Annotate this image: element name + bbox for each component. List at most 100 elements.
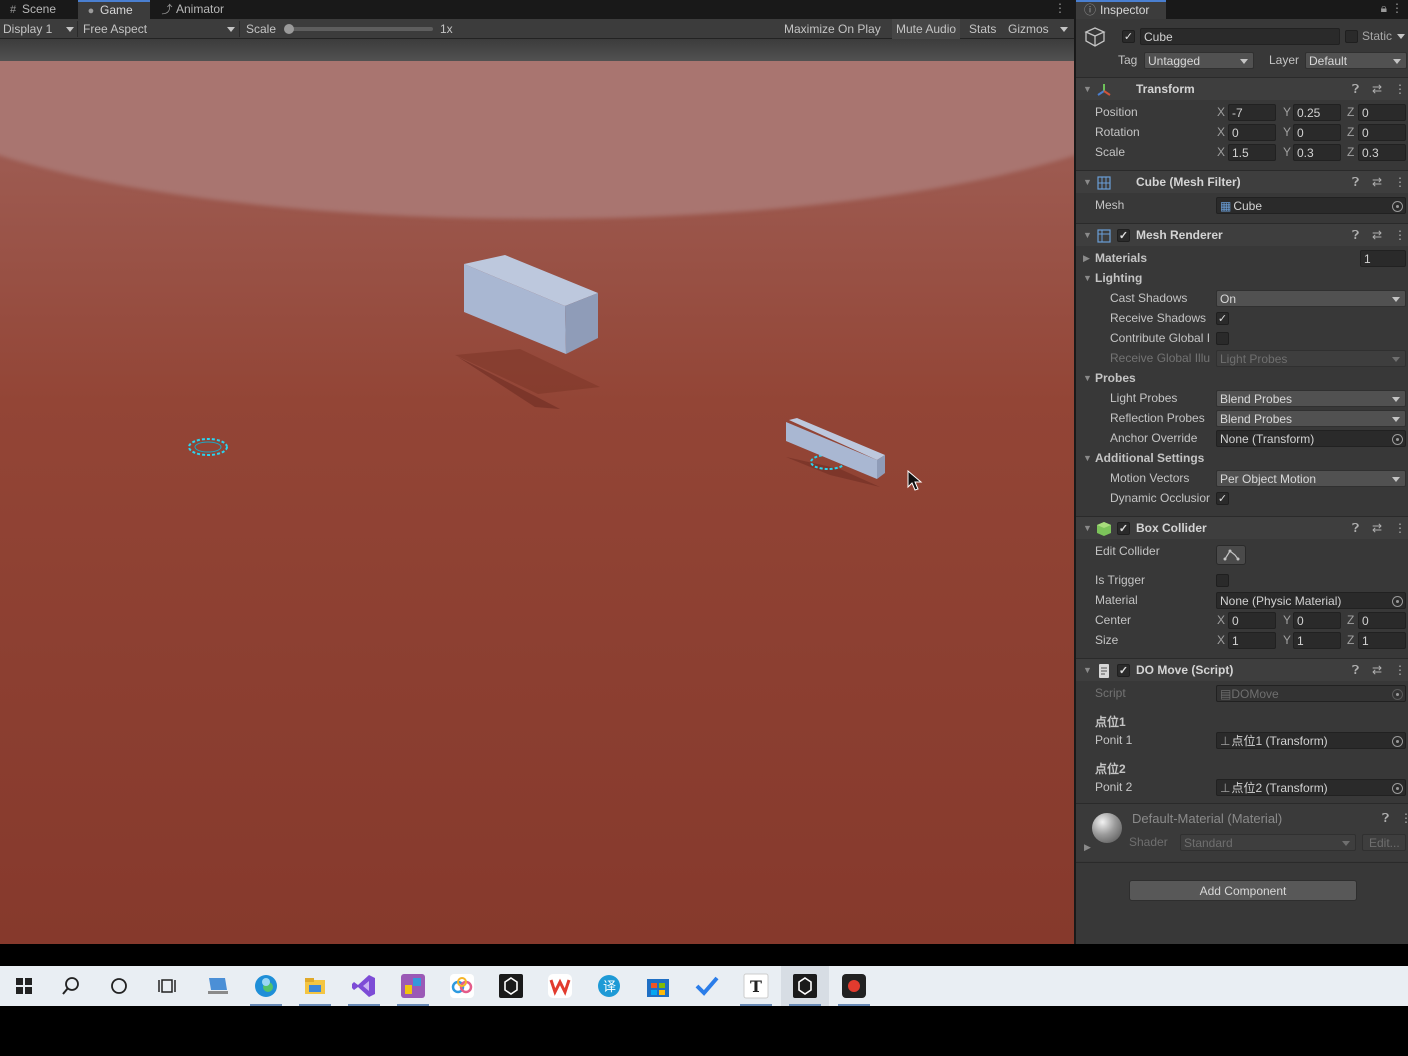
scale-x-field[interactable]: 1.5 [1228, 144, 1276, 161]
tab-inspector[interactable]: ⓘ Inspector [1076, 0, 1166, 19]
help-icon[interactable]: ❓︎ [1352, 659, 1359, 682]
center-z-field[interactable]: 0 [1358, 612, 1406, 629]
materials-count-field[interactable]: 1 [1360, 250, 1406, 267]
component-menu-icon[interactable]: ⋮ [1400, 811, 1408, 825]
rotation-x-field[interactable]: 0 [1228, 124, 1276, 141]
tab-scene[interactable]: # Scene [0, 0, 78, 19]
preset-icon[interactable]: ⇄ [1372, 224, 1382, 247]
mesh-renderer-header[interactable]: ▼ ✓ Mesh Renderer ❓︎ ⇄ ⋮ [1076, 223, 1408, 246]
mesh-field[interactable]: ▦ Cube [1216, 197, 1406, 214]
component-menu-icon[interactable]: ⋮ [1394, 224, 1406, 247]
ponit2-field[interactable]: ⊥点位2 (Transform) [1216, 779, 1406, 796]
object-picker-icon[interactable] [1392, 783, 1403, 794]
pc-icon[interactable] [193, 966, 241, 1006]
mesh-renderer-enabled-checkbox[interactable]: ✓ [1117, 229, 1130, 242]
help-icon[interactable]: ❓︎ [1352, 517, 1359, 540]
static-chevron-icon[interactable] [1397, 34, 1405, 39]
size-x-field[interactable]: 1 [1228, 632, 1276, 649]
todo-icon[interactable] [683, 966, 731, 1006]
translator-icon[interactable]: 译 [585, 966, 633, 1006]
stats-button[interactable]: Stats [965, 19, 1000, 39]
maximize-on-play-button[interactable]: Maximize On Play [780, 19, 885, 39]
lock-icon[interactable]: 🔒︎ [1381, 0, 1387, 17]
rotation-z-field[interactable]: 0 [1358, 124, 1406, 141]
typora-icon[interactable]: T [732, 966, 780, 1006]
material-title[interactable]: Default-Material (Material) [1132, 811, 1282, 826]
large-cube[interactable] [455, 255, 600, 409]
file-explorer-icon[interactable] [291, 966, 339, 1006]
gizmos-button[interactable]: Gizmos [1004, 19, 1053, 39]
position-y-field[interactable]: 0.25 [1293, 104, 1341, 121]
domove-enabled-checkbox[interactable]: ✓ [1117, 664, 1130, 677]
is-trigger-checkbox[interactable] [1216, 574, 1229, 587]
box-collider-header[interactable]: ▼ ✓ Box Collider ❓︎ ⇄ ⋮ [1076, 516, 1408, 539]
object-picker-icon[interactable] [1392, 736, 1403, 747]
tab-animator[interactable]: ⤴ Animator [154, 0, 242, 19]
size-z-field[interactable]: 1 [1358, 632, 1406, 649]
panel-menu-icon[interactable]: ⋮ [1054, 0, 1066, 17]
object-picker-icon[interactable] [1392, 434, 1403, 445]
help-icon[interactable]: ❓︎ [1352, 224, 1359, 247]
object-picker-icon[interactable] [1392, 596, 1403, 607]
task-view-icon[interactable] [143, 966, 191, 1006]
add-component-button[interactable]: Add Component [1129, 880, 1357, 901]
component-menu-icon[interactable]: ⋮ [1394, 78, 1406, 101]
display-dropdown[interactable]: Display 1 [3, 19, 75, 39]
recorder-icon[interactable] [830, 966, 878, 1006]
aspect-dropdown[interactable]: Free Aspect [83, 19, 237, 39]
reflection-probes-dropdown[interactable]: Blend Probes [1216, 410, 1406, 427]
mesh-filter-header[interactable]: ▼ Cube (Mesh Filter) ❓︎ ⇄ ⋮ [1076, 170, 1408, 193]
scale-slider[interactable] [285, 27, 433, 31]
help-icon[interactable]: ❓︎ [1352, 78, 1359, 101]
materials-row[interactable]: ▶ Materials 1 [1076, 248, 1408, 268]
motion-vectors-dropdown[interactable]: Per Object Motion [1216, 470, 1406, 487]
object-name-field[interactable]: Cube [1140, 28, 1340, 45]
tag-dropdown[interactable]: Untagged [1144, 52, 1254, 69]
unity-hub-icon[interactable] [487, 966, 535, 1006]
wps-icon[interactable] [536, 966, 584, 1006]
light-probes-dropdown[interactable]: Blend Probes [1216, 390, 1406, 407]
preset-icon[interactable]: ⇄ [1372, 659, 1382, 682]
additional-settings-foldout[interactable]: ▼ Additional Settings [1076, 448, 1408, 468]
scale-slider-handle[interactable] [284, 24, 294, 34]
box-collider-enabled-checkbox[interactable]: ✓ [1117, 522, 1130, 535]
component-menu-icon[interactable]: ⋮ [1394, 517, 1406, 540]
help-icon[interactable]: ❓︎ [1382, 811, 1389, 826]
moving-cube[interactable] [786, 418, 885, 487]
anchor-override-field[interactable]: None (Transform) [1216, 430, 1406, 447]
app-purple-icon[interactable] [389, 966, 437, 1006]
baidu-netdisk-icon[interactable] [438, 966, 486, 1006]
ponit1-field[interactable]: ⊥点位1 (Transform) [1216, 732, 1406, 749]
mute-audio-button[interactable]: Mute Audio [892, 19, 961, 39]
receive-shadows-checkbox[interactable]: ✓ [1216, 312, 1229, 325]
position-x-field[interactable]: -7 [1228, 104, 1276, 121]
tab-game[interactable]: ● Game [78, 0, 150, 19]
edge-icon[interactable] [242, 966, 290, 1006]
collider-material-field[interactable]: None (Physic Material) [1216, 592, 1406, 609]
visual-studio-icon[interactable] [340, 966, 388, 1006]
domove-script-header[interactable]: ▼ ✓ DO Move (Script) ❓︎ ⇄ ⋮ [1076, 658, 1408, 681]
cortana-icon[interactable] [95, 966, 143, 1006]
search-icon[interactable] [47, 966, 95, 1006]
preset-icon[interactable]: ⇄ [1372, 78, 1382, 101]
cast-shadows-dropdown[interactable]: On [1216, 290, 1406, 307]
panel-menu-icon[interactable]: ⋮ [1391, 0, 1403, 17]
probes-foldout[interactable]: ▼ Probes [1076, 368, 1408, 388]
active-checkbox[interactable]: ✓ [1122, 30, 1135, 43]
lighting-foldout[interactable]: ▼ Lighting [1076, 268, 1408, 288]
preset-icon[interactable]: ⇄ [1372, 517, 1382, 540]
scale-z-field[interactable]: 0.3 [1358, 144, 1406, 161]
static-checkbox[interactable] [1345, 30, 1358, 43]
position-z-field[interactable]: 0 [1358, 104, 1406, 121]
rotation-y-field[interactable]: 0 [1293, 124, 1341, 141]
gizmos-chevron-icon[interactable] [1060, 27, 1068, 32]
center-x-field[interactable]: 0 [1228, 612, 1276, 629]
object-picker-icon[interactable] [1392, 201, 1403, 212]
component-menu-icon[interactable]: ⋮ [1394, 171, 1406, 194]
center-y-field[interactable]: 0 [1293, 612, 1341, 629]
scale-y-field[interactable]: 0.3 [1293, 144, 1341, 161]
layer-dropdown[interactable]: Default [1305, 52, 1407, 69]
size-y-field[interactable]: 1 [1293, 632, 1341, 649]
help-icon[interactable]: ❓︎ [1352, 171, 1359, 194]
edit-collider-button[interactable] [1216, 545, 1246, 565]
